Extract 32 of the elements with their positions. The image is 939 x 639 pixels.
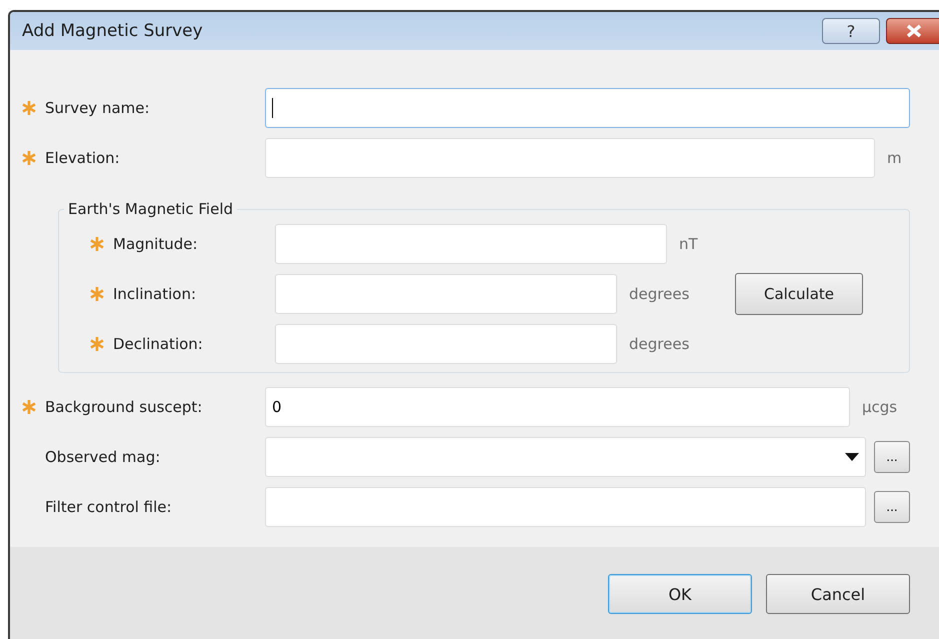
field-label: Elevation:	[45, 149, 120, 167]
field-label: Filter control file:	[45, 498, 172, 516]
unit-label: nT	[678, 235, 699, 253]
unit-label: m	[886, 149, 903, 167]
field-label: Survey name:	[45, 99, 150, 117]
input-field[interactable]	[275, 274, 617, 314]
field-label: Background suscept:	[45, 398, 202, 416]
field-label: Inclination:	[113, 285, 196, 303]
dropdown-arrow-icon	[845, 453, 859, 461]
field-label: Magnitude:	[113, 235, 198, 253]
dropdown-field[interactable]	[265, 437, 866, 477]
unit-label: µcgs	[861, 398, 898, 416]
unit-label: degrees	[628, 285, 690, 303]
input-field[interactable]	[265, 88, 910, 128]
help-button[interactable]: ?	[822, 18, 880, 44]
cancel-button[interactable]: Cancel	[766, 574, 910, 614]
input-field[interactable]	[275, 324, 617, 364]
close-icon	[906, 24, 922, 38]
field-label: Observed mag:	[45, 448, 160, 466]
file-path-field[interactable]	[265, 487, 866, 527]
input-field[interactable]	[265, 138, 875, 178]
field-label: Declination:	[113, 335, 203, 353]
browse-button[interactable]: ...	[874, 441, 910, 473]
ok-button[interactable]: OK	[608, 574, 752, 614]
unit-label: degrees	[628, 335, 690, 353]
close-button[interactable]	[886, 18, 939, 44]
browse-button[interactable]: ...	[874, 491, 910, 523]
group-title: Earth's Magnetic Field	[67, 200, 234, 218]
calculate-button[interactable]: Calculate	[735, 273, 863, 315]
input-field[interactable]: 0	[265, 387, 850, 427]
input-field[interactable]	[275, 224, 667, 264]
window-title: Add Magnetic Survey	[22, 21, 204, 41]
